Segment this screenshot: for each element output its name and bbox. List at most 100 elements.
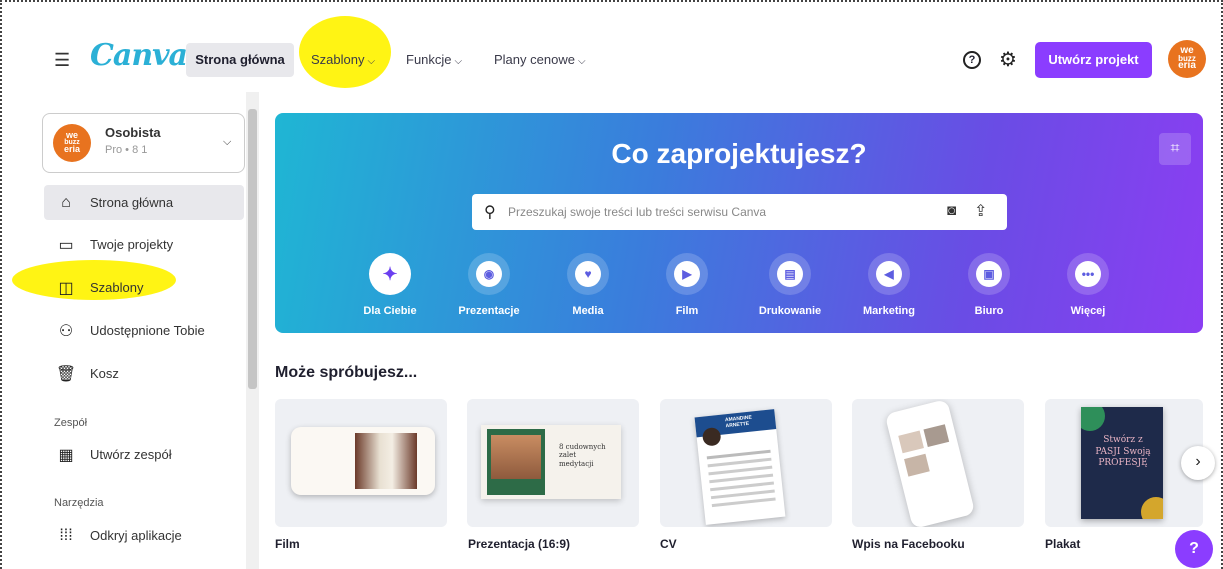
nav-pricing[interactable]: Plany cenowe ⌵	[494, 43, 586, 77]
nav-features-label: Funkcje	[406, 52, 452, 67]
category-video[interactable]: ▶ Film	[639, 253, 735, 317]
account-switcher[interactable]: we buzz eria Osobista Pro • 8 1 ⌵	[42, 113, 245, 173]
presentation-thumbnail: 8 cudownych zalet medytacji	[481, 425, 621, 499]
category-label: Marketing	[863, 305, 915, 317]
trash-icon: 🗑	[55, 365, 77, 383]
sidebar-item-label: Szablony	[90, 280, 144, 295]
category-more[interactable]: ••• Więcej	[1040, 253, 1136, 317]
home-icon: ⌂	[61, 193, 71, 211]
cv-thumbnail: AMANDINE ARNETTE	[694, 409, 786, 525]
account-plan: Pro • 8 1	[105, 144, 148, 156]
avatar[interactable]: we buzz eria	[1168, 40, 1206, 78]
sidebar-item-label: Strona główna	[90, 195, 174, 210]
upload-icon[interactable]: ⇪	[974, 201, 987, 221]
category-label: Prezentacje	[458, 305, 520, 317]
section-heading-team: Zespół	[54, 417, 88, 429]
phone-thumbnail	[884, 399, 976, 527]
print-icon: ▤	[777, 261, 803, 287]
banner-title: Co zaprojektujesz?	[611, 138, 867, 169]
megaphone-icon: ◀	[876, 261, 902, 287]
category-presentations[interactable]: ◉ Prezentacje	[441, 253, 537, 317]
create-design-button[interactable]: Utwórz projekt	[1035, 42, 1152, 78]
sidebar-item-apps[interactable]: ⁞⁞⁞ Odkryj aplikacje	[44, 518, 244, 553]
sidebar-item-shared[interactable]: ⚇ Udostępnione Tobie	[44, 313, 244, 348]
video-thumbnail	[291, 427, 435, 495]
sidebar-scroll-thumb[interactable]	[248, 109, 257, 389]
search-box[interactable]: ⚲ ◙ ⇪	[472, 194, 1007, 230]
chevron-down-icon: ⌵	[454, 56, 463, 67]
category-label: Media	[572, 305, 604, 317]
help-button[interactable]: ?	[1175, 530, 1213, 568]
category-office[interactable]: ▣ Biuro	[941, 253, 1037, 317]
heart-icon: ♥	[575, 261, 601, 287]
avatar-text: eria	[63, 143, 80, 154]
category-print[interactable]: ▤ Drukowanie	[742, 253, 838, 317]
team-icon: ▦	[58, 446, 74, 464]
category-label: Dla Ciebie	[363, 305, 417, 317]
briefcase-icon: ▣	[976, 261, 1002, 287]
hamburger-menu-icon[interactable]: ☰	[54, 50, 70, 71]
template-card-label: Wpis na Facebooku	[852, 537, 965, 551]
template-card-presentation[interactable]: 8 cudownych zalet medytacji	[467, 399, 639, 527]
sidebar-item-projects[interactable]: ▭ Twoje projekty	[44, 227, 244, 262]
sidebar-item-label: Odkryj aplikacje	[90, 528, 182, 543]
chevron-down-icon: ⌵	[577, 56, 586, 67]
account-name: Osobista	[105, 125, 161, 140]
template-card-cv[interactable]: AMANDINE ARNETTE	[660, 399, 832, 527]
sidebar-item-label: Twoje projekty	[90, 237, 174, 252]
apps-grid-icon: ⁞⁞⁞	[59, 526, 73, 544]
camera-icon[interactable]: ◙	[947, 202, 956, 219]
hero-banner: Co zaprojektujesz? ⌗ ⚲ ◙ ⇪ ✦ Dla Ciebie ◉…	[275, 113, 1203, 333]
avatar: we buzz eria	[53, 124, 91, 162]
top-bar: ☰ Canva Strona główna Szablony ⌵ Funkcje ⌵…	[2, 2, 1221, 92]
chevron-down-icon: ⌵	[223, 136, 232, 148]
canva-logo[interactable]: Canva	[90, 38, 188, 73]
template-card-label: Prezentacja (16:9)	[468, 537, 571, 551]
category-label: Biuro	[974, 305, 1004, 317]
category-for-you[interactable]: ✦ Dla Ciebie	[342, 253, 438, 317]
folder-icon: ▭	[58, 236, 74, 254]
search-input[interactable]	[508, 194, 928, 230]
template-card-label: Film	[275, 537, 300, 551]
nav-home[interactable]: Strona główna	[186, 43, 294, 77]
template-card-facebook-post[interactable]	[852, 399, 1024, 527]
search-icon: ⚲	[484, 204, 496, 221]
video-icon: ▶	[674, 261, 700, 287]
question-icon: ?	[1189, 540, 1199, 557]
poster-thumbnail: Stwórz z PASJI Swoją PROFESJĘ	[1081, 407, 1163, 519]
chevron-down-icon: ⌵	[367, 56, 376, 67]
sidebar-item-home[interactable]: ⌂ Strona główna	[44, 185, 244, 220]
suggestions-heading: Może spróbujesz...	[275, 364, 418, 381]
category-label: Film	[675, 305, 699, 317]
nav-pricing-label: Plany cenowe	[494, 52, 575, 67]
nav-templates[interactable]: Szablony ⌵	[311, 43, 375, 77]
thumbnail-text: 8 cudownych zalet medytacji	[559, 443, 606, 468]
sidebar-item-label: Udostępnione Tobie	[90, 323, 205, 338]
template-card-label: Plakat	[1045, 537, 1081, 551]
sidebar-item-trash[interactable]: 🗑 Kosz	[44, 356, 244, 391]
chevron-right-icon: ›	[1195, 453, 1201, 470]
sidebar-item-label: Utwórz zespół	[90, 447, 172, 462]
category-marketing[interactable]: ◀ Marketing	[841, 253, 937, 317]
section-heading-tools: Narzędzia	[54, 497, 104, 509]
template-card-poster[interactable]: Stwórz z PASJI Swoją PROFESJĘ	[1045, 399, 1203, 527]
crop-icon[interactable]: ⌗	[1159, 133, 1191, 165]
sidebar-item-label: Kosz	[90, 366, 119, 381]
nav-templates-label: Szablony	[311, 52, 365, 67]
gear-icon[interactable]: ⚙	[999, 47, 1017, 72]
sidebar-item-templates[interactable]: ◫ Szablony	[44, 270, 244, 305]
category-label: Drukowanie	[758, 305, 822, 317]
category-label: Więcej	[1070, 305, 1106, 317]
sidebar-item-create-team[interactable]: ▦ Utwórz zespół	[44, 437, 244, 472]
template-card-label: CV	[660, 537, 677, 551]
category-media[interactable]: ♥ Media	[540, 253, 636, 317]
nav-features[interactable]: Funkcje ⌵	[406, 43, 462, 77]
avatar-text: eria	[1178, 60, 1196, 72]
carousel-next-button[interactable]: ›	[1181, 446, 1215, 480]
help-icon[interactable]: ?	[963, 51, 981, 69]
screenshot-frame: ☰ Canva Strona główna Szablony ⌵ Funkcje ⌵…	[0, 0, 1223, 569]
sparkle-icon: ✦	[382, 263, 398, 284]
template-card-video[interactable]	[275, 399, 447, 527]
presentation-icon: ◉	[476, 261, 502, 287]
templates-icon: ◫	[58, 279, 74, 297]
